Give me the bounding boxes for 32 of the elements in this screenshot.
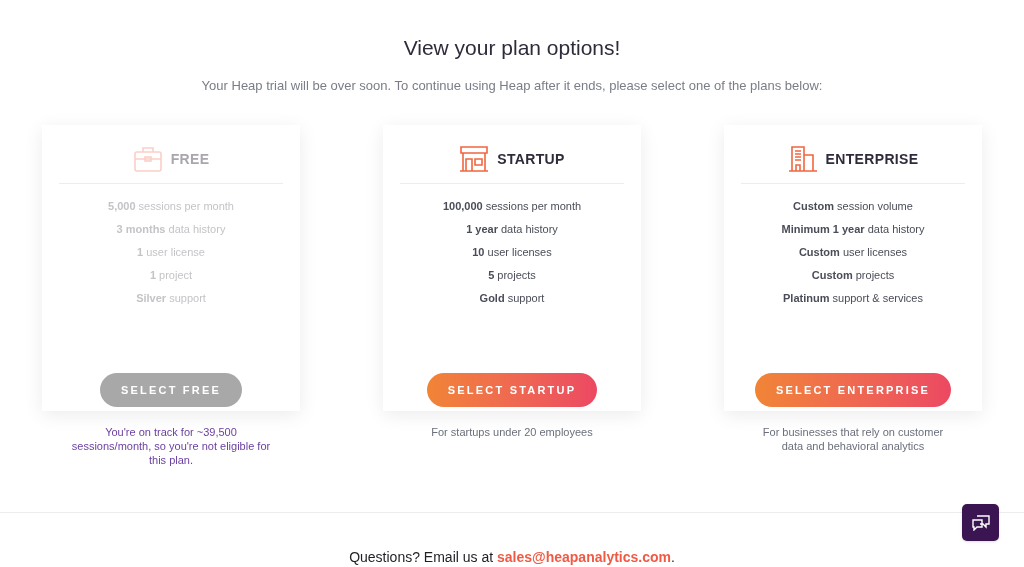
page-subtitle: Your Heap trial will be over soon. To continue using Heap after it ends, please select one of the plans below: [201,76,823,95]
plan-feature: Silver support [136,291,206,306]
plan-feature: Platinum support & services [783,291,923,306]
plan-feature: 3 months data history [116,222,226,237]
plan-note: You're on track for ~39,500 sessions/month, so you're not eligible for this plan. [71,425,271,467]
plan-feature: 5,000 sessions per month [108,199,234,214]
briefcase-icon [132,145,163,173]
plan-note: For startups under 20 employees [430,425,594,439]
plan-feature: Gold support [479,291,545,306]
page-title: View your plan options! [403,35,621,61]
plan-feature: 5 projects [488,268,536,283]
plan-feature: Custom session volume [793,199,913,214]
plan-feature: 10 user licenses [472,245,552,260]
plan-name: FREE [170,149,210,169]
plan-feature: 1 project [149,268,193,283]
chat-button[interactable] [962,504,999,541]
store-icon [459,145,490,173]
plan-feature: Minimum 1 year data history [781,222,925,237]
plan-note: For businesses that rely on customer data and behavioral analytics [761,425,945,453]
select-plan-button[interactable]: SELECT ENTERPRISE [754,373,952,407]
plan-feature: 100,000 sessions per month [442,199,582,214]
plan-name: ENTERPRISE [825,149,919,169]
building-icon [787,145,818,173]
email-link[interactable]: sales@heapanalytics.com [497,549,671,565]
contact-text: Questions? Email us at sales@heapanalytics.com. [349,548,675,567]
plan-feature: 1 year data history [466,222,558,237]
plan-feature: Custom projects [811,268,895,283]
select-plan-button[interactable]: SELECT STARTUP [426,373,598,407]
chat-icon [971,514,990,531]
plan-feature: 1 user license [137,245,205,260]
plan-name: STARTUP [497,149,565,169]
plan-feature: Custom user licenses [798,245,908,260]
